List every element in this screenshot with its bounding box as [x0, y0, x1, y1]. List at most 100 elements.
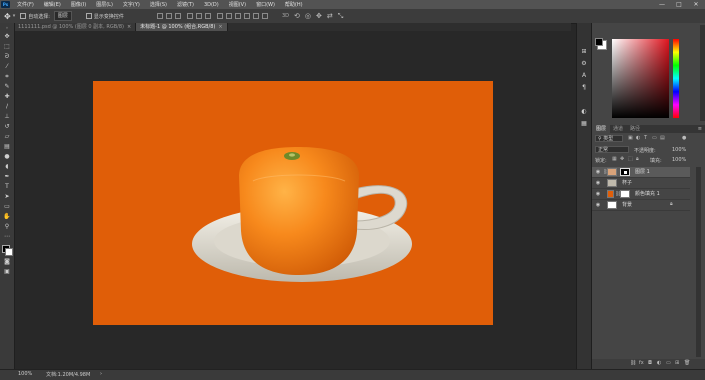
foreground-swatch[interactable] — [595, 38, 603, 46]
close-icon[interactable]: × — [127, 24, 131, 30]
quick-mask-icon[interactable]: ◙ — [3, 258, 11, 265]
panel-menu-icon[interactable]: ≡ — [698, 125, 702, 133]
libraries-panel-icon[interactable]: ▦ — [580, 120, 588, 127]
minimize-button[interactable]: — — [655, 0, 669, 9]
document-canvas[interactable] — [93, 81, 493, 325]
align-bottom-icon[interactable] — [174, 13, 181, 19]
eraser-tool-icon[interactable]: ▱ — [3, 133, 11, 140]
tab-layers[interactable]: 图层 — [592, 125, 611, 133]
3d-roll-icon[interactable]: ◎ — [305, 12, 311, 20]
distribute-right-icon[interactable] — [261, 13, 268, 19]
menu-type[interactable]: 文字(Y) — [118, 1, 145, 8]
distribute-left-icon[interactable] — [243, 13, 250, 19]
zoom-tool-icon[interactable]: ⚲ — [3, 223, 11, 230]
hue-slider[interactable] — [673, 39, 679, 118]
history-panel-icon[interactable]: ⊞ — [580, 48, 588, 55]
filter-shape-icon[interactable]: ▭ — [652, 135, 657, 141]
adjustments-panel-icon[interactable]: ◐ — [580, 108, 588, 115]
link-layers-icon[interactable]: ⛓ — [630, 360, 636, 366]
menu-window[interactable]: 窗口(W) — [251, 1, 280, 8]
filter-smart-object-icon[interactable]: ▤ — [660, 135, 665, 141]
brush-tool-icon[interactable]: ∕ — [3, 103, 11, 110]
crop-tool-icon[interactable]: ⌗ — [3, 73, 11, 80]
visibility-eye-icon[interactable]: ◉ — [595, 180, 601, 186]
align-center-icon[interactable] — [195, 13, 202, 19]
3d-orbit-icon[interactable]: ⟲ — [294, 12, 300, 20]
close-button[interactable]: ✕ — [689, 0, 703, 9]
lock-all-icon[interactable]: 🔒︎ — [636, 156, 639, 162]
blend-mode-dropdown[interactable]: 正常 — [595, 146, 629, 153]
background-color-swatch[interactable] — [5, 248, 13, 256]
toolbar-collapse-icon[interactable]: » — [3, 24, 11, 31]
screen-mode-icon[interactable]: ▣ — [3, 268, 11, 275]
adjustment-layer-icon[interactable]: ◐ — [657, 360, 661, 366]
distribute-middle-icon[interactable] — [225, 13, 232, 19]
new-layer-icon[interactable]: ⊞ — [675, 360, 679, 366]
filter-toggle-icon[interactable]: ● — [682, 135, 686, 141]
tab-channels[interactable]: 通道 — [609, 125, 627, 133]
clone-stamp-tool-icon[interactable]: ⊥ — [3, 113, 11, 120]
distribute-bottom-icon[interactable] — [234, 13, 241, 19]
healing-brush-tool-icon[interactable]: ✚ — [3, 93, 11, 100]
quick-select-tool-icon[interactable]: ⁄ — [3, 63, 11, 70]
menu-view[interactable]: 视图(V) — [224, 1, 251, 8]
menu-help[interactable]: 帮助(H) — [280, 1, 308, 8]
layer-style-icon[interactable]: fx — [639, 360, 644, 366]
lock-position-icon[interactable]: ✥ — [620, 156, 624, 162]
menu-3d[interactable]: 3D(D) — [199, 2, 224, 8]
3d-scale-icon[interactable]: ⤡ — [338, 12, 344, 21]
add-mask-icon[interactable]: ◘ — [648, 360, 652, 366]
tab-paths[interactable]: 路径 — [626, 125, 644, 133]
paragraph-panel-icon[interactable]: ¶ — [580, 84, 588, 91]
align-top-icon[interactable] — [156, 13, 163, 19]
menu-file[interactable]: 文件(F) — [12, 1, 39, 8]
layer-mask-thumbnail[interactable] — [620, 168, 630, 176]
visibility-eye-icon[interactable]: ◉ — [595, 202, 601, 208]
blur-tool-icon[interactable]: ● — [3, 153, 11, 160]
character-panel-icon[interactable]: A — [580, 72, 588, 79]
3d-slide-icon[interactable]: ⇄ — [327, 12, 333, 20]
menu-layer[interactable]: 图层(L) — [91, 1, 118, 8]
visibility-eye-icon[interactable]: ◉ — [595, 169, 601, 175]
auto-select-dropdown[interactable]: 图层 — [53, 11, 72, 21]
layer-row-background[interactable]: ◉ 背景 🔒︎ — [592, 200, 690, 211]
3d-pan-icon[interactable]: ✥ — [316, 12, 322, 20]
zoom-level[interactable]: 100% — [18, 371, 32, 377]
move-tool-icon[interactable]: ✥ — [3, 33, 11, 40]
pen-tool-icon[interactable]: ✒ — [3, 173, 11, 180]
tab-untitled-1[interactable]: 未标题-1 @ 100% (组合,RGB/8) × — [136, 23, 228, 31]
auto-select-checkbox[interactable]: 自动选择: — [20, 13, 50, 20]
menu-filter[interactable]: 滤镜(T) — [172, 1, 199, 8]
layer-row-layer-1[interactable]: ◉ ⛓ 图层 1 — [592, 167, 690, 178]
filter-adjustment-icon[interactable]: ◐ — [636, 135, 640, 141]
restore-button[interactable]: □ — [672, 0, 686, 9]
lasso-tool-icon[interactable]: ᘐ — [3, 53, 11, 60]
layer-mask-thumbnail[interactable] — [620, 190, 630, 198]
distribute-top-icon[interactable] — [216, 13, 223, 19]
move-tool-icon[interactable]: ✥ — [4, 12, 11, 21]
lock-pixels-icon[interactable]: ▦ — [612, 156, 617, 162]
hand-tool-icon[interactable]: ✋ — [3, 213, 11, 220]
filter-type-icon[interactable]: T — [644, 135, 647, 141]
menu-edit[interactable]: 编辑(E) — [39, 1, 66, 8]
edit-toolbar-icon[interactable]: ⋯ — [3, 233, 11, 240]
gradient-tool-icon[interactable]: ▤ — [3, 143, 11, 150]
filter-pixel-icon[interactable]: ▣ — [628, 135, 633, 141]
close-icon[interactable]: × — [218, 24, 222, 30]
layers-panel-scrollbar[interactable] — [696, 167, 701, 357]
rectangle-tool-icon[interactable]: ▭ — [3, 203, 11, 210]
type-tool-icon[interactable]: T — [3, 183, 11, 190]
new-group-icon[interactable]: ▭ — [666, 360, 671, 366]
align-left-icon[interactable] — [186, 13, 193, 19]
show-transform-checkbox[interactable]: 显示变换控件 — [85, 13, 124, 20]
eyedropper-tool-icon[interactable]: ✎ — [3, 83, 11, 90]
properties-panel-icon[interactable]: ⚙ — [580, 60, 588, 67]
path-selection-tool-icon[interactable]: ➤ — [3, 193, 11, 200]
layer-row-color-fill-1[interactable]: ◉ ⛓ 颜色填充 1 — [592, 189, 690, 200]
menu-image[interactable]: 图像(I) — [66, 1, 91, 8]
fill-field[interactable]: 100% — [672, 157, 686, 163]
layer-kind-filter[interactable]: ⚲ 类型 — [595, 135, 623, 142]
marquee-tool-icon[interactable]: ⬚ — [3, 43, 11, 50]
layer-row-cup[interactable]: ◉ 杯子 — [592, 178, 690, 189]
tab-1111111-psd[interactable]: 1111111.psd @ 100% (图层 0 副本, RGB/8) × — [14, 23, 137, 31]
